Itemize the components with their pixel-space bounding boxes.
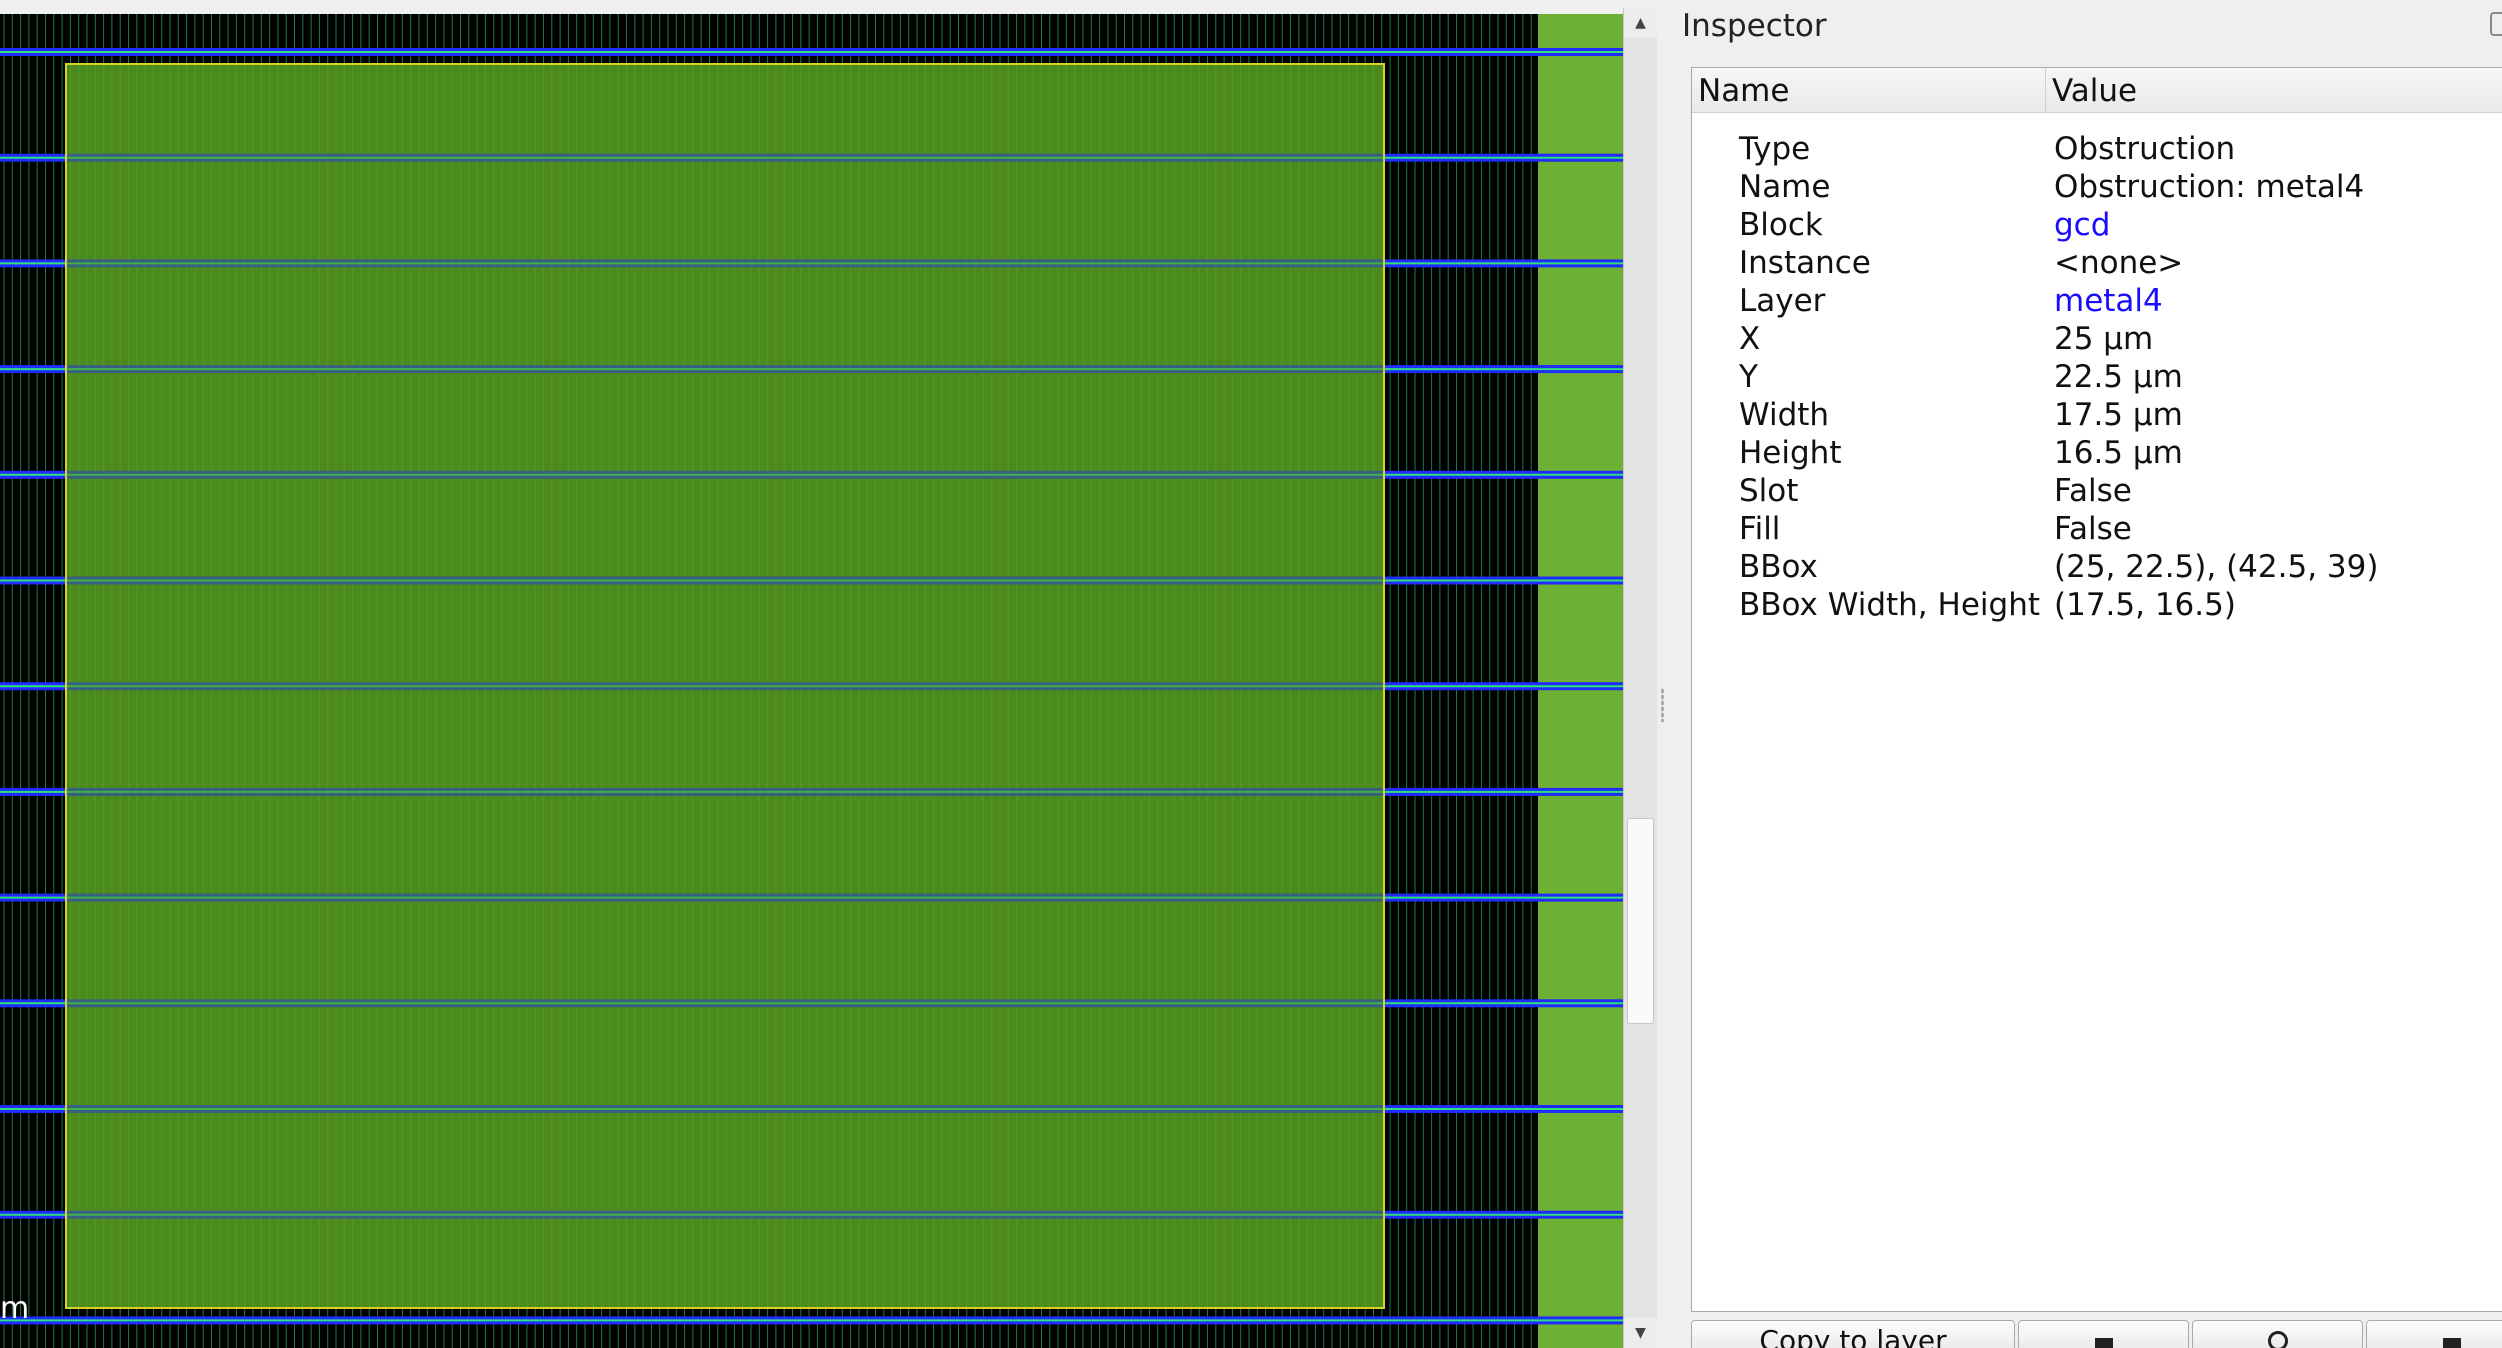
layout-edge-strip: [1538, 14, 1623, 1348]
column-header-value[interactable]: Value: [2046, 68, 2502, 112]
property-name: Instance: [1739, 245, 1871, 281]
panel-title: Inspector: [1682, 8, 1827, 44]
property-name: Name: [1739, 169, 1831, 205]
table-row[interactable]: Instance <none>: [1692, 244, 2502, 282]
property-name: X: [1739, 321, 1761, 357]
trash-icon: [2094, 1338, 2113, 1348]
property-value: <none>: [2054, 245, 2184, 281]
splitter-grip-icon: [1661, 688, 1664, 722]
property-table[interactable]: Name Value Type Obstruction Name Obstructio…: [1691, 67, 2502, 1312]
obstruction-overlay: [66, 64, 1384, 1308]
table-row[interactable]: Layer metal4: [1692, 282, 2502, 320]
table-row[interactable]: Type Obstruction: [1692, 130, 2502, 168]
scroll-up-icon[interactable]: ▲: [1624, 8, 1657, 38]
property-name: Slot: [1739, 473, 1799, 509]
property-name: Layer: [1739, 283, 1826, 319]
vertical-scrollbar[interactable]: ▲ ▼: [1623, 8, 1657, 1348]
property-value: 17.5 μm: [2054, 397, 2183, 433]
table-row[interactable]: Slot False: [1692, 472, 2502, 510]
property-value: (25, 22.5), (42.5, 39): [2054, 549, 2379, 585]
property-value: Obstruction: [2054, 131, 2236, 167]
property-value-link[interactable]: metal4: [2054, 282, 2163, 320]
property-value: False: [2054, 473, 2132, 509]
panel-splitter[interactable]: [1657, 0, 1669, 1348]
table-row[interactable]: Y 22.5 μm: [1692, 358, 2502, 396]
property-value-link[interactable]: gcd: [2054, 206, 2110, 244]
property-value: (17.5, 16.5): [2054, 587, 2236, 623]
table-row[interactable]: X 25 μm: [1692, 320, 2502, 358]
property-name: BBox Width, Height: [1739, 587, 2040, 623]
property-name: Fill: [1739, 511, 1781, 547]
zoom-to-icon: [2267, 1331, 2288, 1348]
filter-icon: [2442, 1338, 2461, 1348]
property-name: Type: [1739, 131, 1811, 167]
filter-button[interactable]: [2366, 1320, 2502, 1348]
column-header-name[interactable]: Name: [1692, 68, 2046, 112]
app-window: m ▲ ▼ Inspector Name Value Type Obstructi…: [0, 0, 2502, 1348]
table-row[interactable]: Name Obstruction: metal4: [1692, 168, 2502, 206]
property-value: Obstruction: metal4: [2054, 169, 2365, 205]
property-name: Block: [1739, 207, 1823, 243]
table-row[interactable]: BBox (25, 22.5), (42.5, 39): [1692, 548, 2502, 586]
copy-to-layer-button[interactable]: Copy to layer: [1691, 1320, 2015, 1348]
property-name: BBox: [1739, 549, 1818, 585]
table-row[interactable]: Block gcd: [1692, 206, 2502, 244]
layout-viewer[interactable]: m: [0, 14, 1623, 1348]
table-header: Name Value: [1692, 68, 2502, 113]
scroll-down-icon[interactable]: ▼: [1624, 1318, 1657, 1348]
property-value: 25 μm: [2054, 321, 2154, 357]
property-value: False: [2054, 511, 2132, 547]
table-row[interactable]: Width 17.5 μm: [1692, 396, 2502, 434]
property-name: Width: [1739, 397, 1830, 433]
table-row[interactable]: BBox Width, Height (17.5, 16.5): [1692, 586, 2502, 624]
float-panel-icon[interactable]: [2490, 12, 2502, 36]
delete-button[interactable]: [2018, 1320, 2189, 1348]
property-name: Height: [1739, 435, 1842, 471]
layout-canvas[interactable]: [0, 14, 1623, 1348]
property-value: 22.5 μm: [2054, 359, 2183, 395]
property-name: Y: [1739, 359, 1758, 395]
inspector-panel: Inspector Name Value Type Obstruction Name…: [1669, 0, 2502, 1348]
scale-bar-label: m: [0, 1291, 30, 1326]
property-value: 16.5 μm: [2054, 435, 2183, 471]
zoom-to-button[interactable]: [2192, 1320, 2363, 1348]
table-row[interactable]: Fill False: [1692, 510, 2502, 548]
scrollbar-thumb[interactable]: [1627, 818, 1654, 1024]
table-row[interactable]: Height 16.5 μm: [1692, 434, 2502, 472]
